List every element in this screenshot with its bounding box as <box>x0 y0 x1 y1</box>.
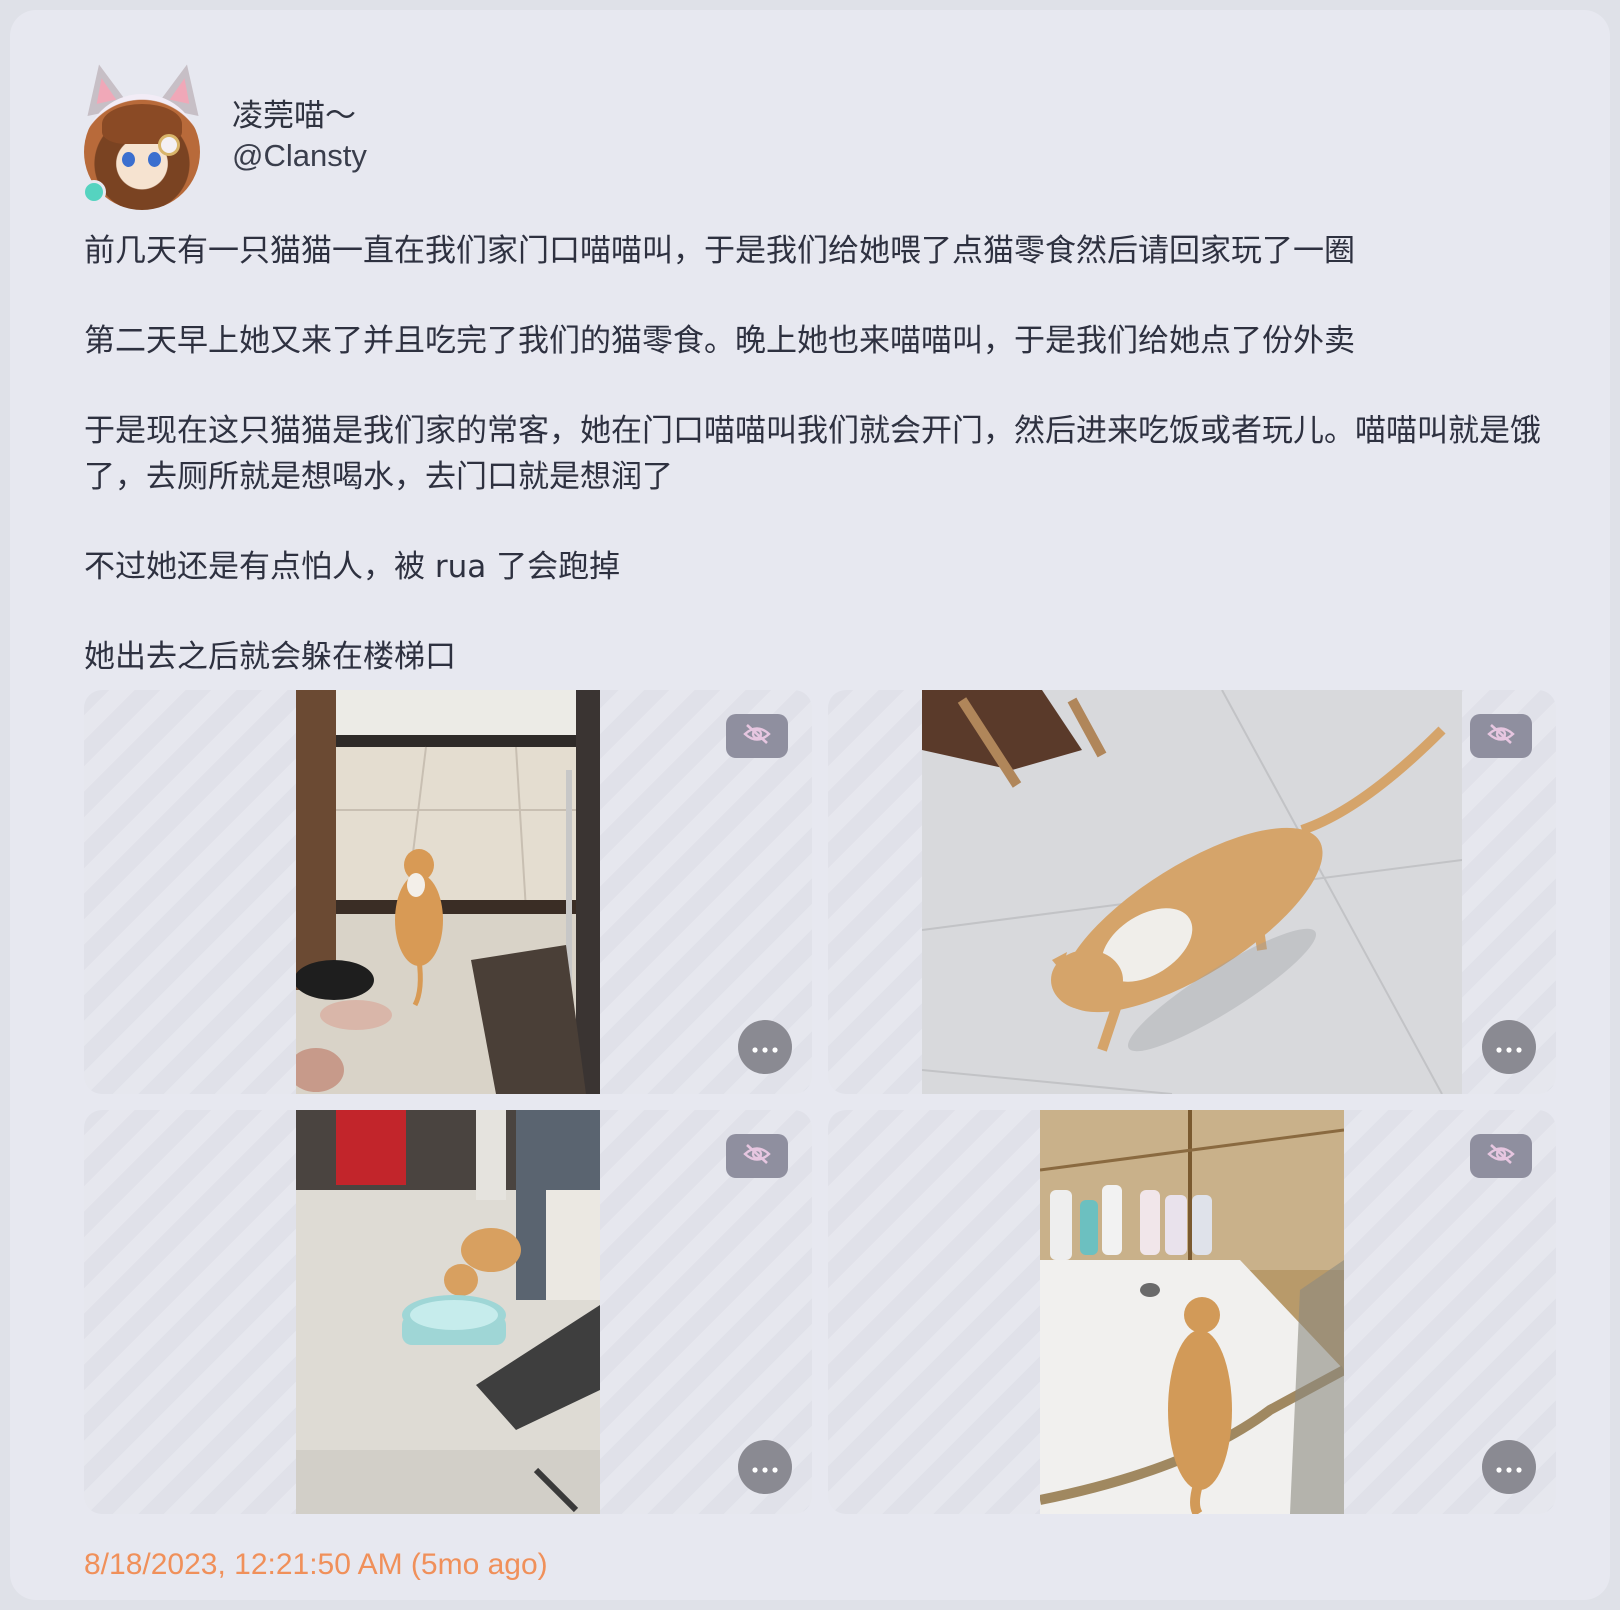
post-paragraph: 前几天有一只猫猫一直在我们家门口喵喵叫，于是我们给她喂了点猫零食然后请回家玩了一… <box>84 233 1355 269</box>
post-paragraph: 不过她还是有点怕人，被 rua 了会跑掉 <box>84 549 621 585</box>
eye-slash-icon <box>1486 1142 1516 1170</box>
media-tile[interactable] <box>828 690 1556 1094</box>
media-tile[interactable] <box>84 690 812 1094</box>
media-grid <box>84 690 1556 1514</box>
online-status-dot <box>82 180 106 204</box>
more-horizontal-icon <box>752 1038 778 1057</box>
media-tile[interactable] <box>84 1110 812 1514</box>
post-paragraph: 第二天早上她又来了并且吃完了我们的猫零食。晚上她也来喵喵叫，于是我们给她点了份外… <box>84 323 1355 359</box>
hide-media-button[interactable] <box>1470 714 1532 758</box>
media-tile[interactable] <box>828 1110 1556 1514</box>
post-header: 凌莞喵～ @Clansty <box>74 54 674 210</box>
photo-cat-walking-on-tiles[interactable] <box>922 690 1462 1094</box>
user-handle[interactable]: @Clansty <box>232 136 367 176</box>
eye-slash-icon <box>1486 722 1516 750</box>
hide-media-button[interactable] <box>1470 1134 1532 1178</box>
post-paragraph: 于是现在这只猫猫是我们家的常客，她在门口喵喵叫我们就会开门，然后进来吃饭或者玩儿… <box>84 413 1541 495</box>
more-options-button[interactable] <box>738 1020 792 1074</box>
post-paragraph: 她出去之后就会躲在楼梯口 <box>84 639 456 675</box>
more-horizontal-icon <box>752 1458 778 1477</box>
eye-slash-icon <box>742 722 772 750</box>
eye-slash-icon <box>742 1142 772 1170</box>
hide-media-button[interactable] <box>726 714 788 758</box>
photo-cat-at-door[interactable] <box>296 690 600 1094</box>
more-options-button[interactable] <box>738 1440 792 1494</box>
photo-cat-drinking-from-basin[interactable] <box>296 1110 600 1514</box>
display-name[interactable]: 凌莞喵～ <box>232 96 367 136</box>
photo-cat-in-shower[interactable] <box>1040 1110 1344 1514</box>
post-card: 凌莞喵～ @Clansty 前几天有一只猫猫一直在我们家门口喵喵叫，于是我们给她… <box>10 10 1610 1600</box>
user-names: 凌莞喵～ @Clansty <box>232 96 367 176</box>
more-horizontal-icon <box>1496 1458 1522 1477</box>
more-options-button[interactable] <box>1482 1020 1536 1074</box>
post-text: 前几天有一只猫猫一直在我们家门口喵喵叫，于是我们给她喂了点猫零食然后请回家玩了一… <box>84 228 1544 680</box>
avatar[interactable] <box>74 59 214 210</box>
more-options-button[interactable] <box>1482 1440 1536 1494</box>
post-timestamp[interactable]: 8/18/2023, 12:21:50 AM (5mo ago) <box>84 1548 548 1582</box>
hide-media-button[interactable] <box>726 1134 788 1178</box>
more-horizontal-icon <box>1496 1038 1522 1057</box>
